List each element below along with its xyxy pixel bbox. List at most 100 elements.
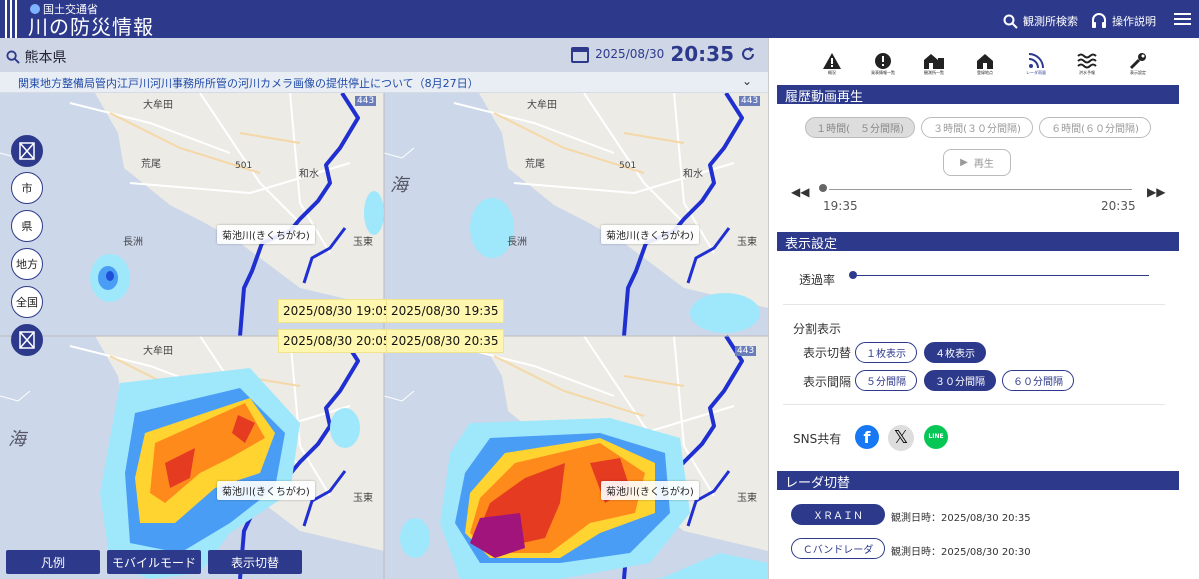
place-label: 玉東	[737, 493, 757, 504]
legend-button[interactable]: 凡例	[6, 550, 100, 574]
play-icon: ▶	[960, 157, 968, 168]
calendar-icon[interactable]	[571, 45, 590, 63]
route-label: 443	[739, 96, 761, 106]
fast-forward-icon[interactable]: ▶▶	[1147, 185, 1165, 199]
sea-label: 海	[390, 175, 408, 196]
route-label: 501	[235, 161, 253, 171]
scale-region-button[interactable]: 地方	[11, 248, 43, 280]
display-switch-button[interactable]: 表示切替	[208, 550, 302, 574]
cband-time: 観測日時：2025/08/30 20:30	[891, 547, 1031, 558]
hamburger-menu-icon[interactable]	[1174, 13, 1191, 26]
place-label: 玉東	[353, 237, 373, 248]
warning-icon[interactable]: 概況	[819, 52, 845, 82]
scale-city-button[interactable]: 市	[11, 172, 43, 204]
radar-switch-header: レーダ切替	[777, 471, 1179, 491]
alert-icon[interactable]: 発表情報一覧	[870, 52, 896, 82]
xrain-button[interactable]: ＸＲＡＩＮ	[791, 504, 885, 525]
divider	[783, 404, 1165, 405]
side-panel: 概況 発表情報一覧 観測所一覧 登録地点 レーダ雨量 洪水予報 表示設定 履歴動…	[768, 38, 1199, 579]
panel-timestamp-3: 2025/08/30 20:05	[278, 329, 396, 353]
place-label: 大牟田	[527, 100, 557, 111]
xrain-time: 観測日時：2025/08/30 20:35	[891, 513, 1031, 524]
quick-icons: 概況 発表情報一覧 観測所一覧 登録地点 レーダ雨量 洪水予報 表示設定	[769, 52, 1199, 82]
history-option-1h[interactable]: １時間( ５分間隔)	[805, 117, 915, 138]
zoom-extent-button-2[interactable]	[11, 324, 43, 356]
sns-label: SNS共有	[793, 432, 842, 446]
history-header: 履歴動画再生	[777, 85, 1179, 105]
x-icon[interactable]: 𝕏	[888, 425, 914, 451]
route-label: 501	[619, 161, 637, 171]
datetime-display: 2025/08/30 20:35	[571, 42, 756, 66]
logo-stripes	[5, 0, 19, 38]
current-date: 2025/08/30	[595, 47, 665, 61]
frame-icon	[19, 142, 35, 160]
station-search-button[interactable]: 観測所検索	[1003, 13, 1078, 29]
timeline-track[interactable]	[829, 189, 1132, 190]
timeline-start: 19:35	[823, 199, 858, 213]
play-button[interactable]: ▶ 再生	[943, 149, 1011, 176]
place-label: 大牟田	[143, 346, 173, 357]
river-label[interactable]: 菊池川(きくちがわ)	[601, 481, 699, 500]
wrench-icon[interactable]: 表示設定	[1125, 52, 1151, 82]
app-header: 国土交通省 川の防災情報 観測所検索 操作説明	[0, 0, 1199, 40]
rewind-icon[interactable]: ◀◀	[791, 185, 809, 199]
chevron-down-icon[interactable]: ⌄	[742, 74, 752, 88]
four-view-button[interactable]: ４枚表示	[924, 342, 986, 363]
home-icon[interactable]: 登録地点	[972, 52, 998, 82]
route-label: 443	[355, 96, 377, 106]
timeline-handle[interactable]	[819, 184, 827, 192]
zoom-extent-button[interactable]	[11, 135, 43, 167]
history-option-6h[interactable]: ６時間(６０分間隔)	[1039, 117, 1151, 138]
headset-icon	[1092, 13, 1106, 28]
opacity-slider-handle[interactable]	[849, 271, 857, 279]
place-label: 玉東	[737, 237, 757, 248]
notice-link[interactable]: 関東地方整備局管内江戸川河川事務所所管の河川カメラ画像の提供停止について（8月2…	[18, 75, 479, 91]
place-label: 長洲	[507, 237, 527, 248]
interval-5min-button[interactable]: ５分間隔	[855, 370, 917, 391]
current-time: 20:35	[670, 42, 734, 66]
help-button[interactable]: 操作説明	[1091, 13, 1156, 29]
route-label: 443	[735, 346, 757, 356]
split-label: 分割表示	[793, 322, 842, 336]
single-view-button[interactable]: １枚表示	[855, 342, 917, 363]
interval-60min-button[interactable]: ６０分間隔	[1002, 370, 1074, 391]
place-label: 荒尾	[141, 159, 161, 170]
cband-button[interactable]: Ｃバンドレーダ	[791, 538, 885, 559]
timeline-end: 20:35	[1101, 199, 1136, 213]
switch-label: 表示切替	[803, 346, 852, 360]
search-icon	[1003, 14, 1018, 29]
place-label: 長洲	[123, 237, 143, 248]
prefecture-search[interactable]: 熊本県	[6, 47, 66, 67]
radar-map[interactable]: 2025/08/30 19:05 2025/08/30 19:35 2025/0…	[0, 93, 768, 579]
display-settings-header: 表示設定	[777, 232, 1179, 252]
panel-timestamp-4: 2025/08/30 20:35	[386, 329, 504, 353]
search-icon	[6, 50, 20, 64]
interval-30min-button[interactable]: ３０分間隔	[924, 370, 996, 391]
panel-timestamp-2: 2025/08/30 19:35	[386, 299, 504, 323]
place-label: 大牟田	[143, 100, 173, 111]
refresh-icon[interactable]	[740, 46, 756, 62]
scale-national-button[interactable]: 全国	[11, 286, 43, 318]
place-label: 玉東	[353, 493, 373, 504]
river-label[interactable]: 菊池川(きくちがわ)	[601, 225, 699, 244]
line-icon[interactable]: LINE	[924, 425, 948, 449]
opacity-label: 透過率	[799, 273, 836, 287]
rss-icon[interactable]: レーダ雨量	[1023, 52, 1049, 82]
building-icon[interactable]: 観測所一覧	[921, 52, 947, 82]
mobile-mode-button[interactable]: モバイルモード	[107, 550, 201, 574]
opacity-slider-track[interactable]	[853, 275, 1149, 276]
app-title[interactable]: 川の防災情報	[28, 11, 154, 40]
scale-prefecture-button[interactable]: 県	[11, 210, 43, 242]
place-label: 和水	[683, 169, 703, 180]
prefecture-label: 熊本県	[24, 50, 67, 66]
wave-icon[interactable]: 洪水予報	[1074, 52, 1100, 82]
notice-bar: 関東地方整備局管内江戸川河川事務所所管の河川カメラ画像の提供停止について（8月2…	[0, 72, 768, 93]
panel-timestamp-1: 2025/08/30 19:05	[278, 299, 396, 323]
river-label[interactable]: 菊池川(きくちがわ)	[217, 481, 315, 500]
place-label: 和水	[299, 169, 319, 180]
sea-label: 海	[8, 429, 26, 450]
history-option-3h[interactable]: ３時間(３０分間隔)	[921, 117, 1033, 138]
place-label: 荒尾	[525, 159, 545, 170]
facebook-icon[interactable]: f	[855, 425, 879, 449]
river-label[interactable]: 菊池川(きくちがわ)	[217, 225, 315, 244]
